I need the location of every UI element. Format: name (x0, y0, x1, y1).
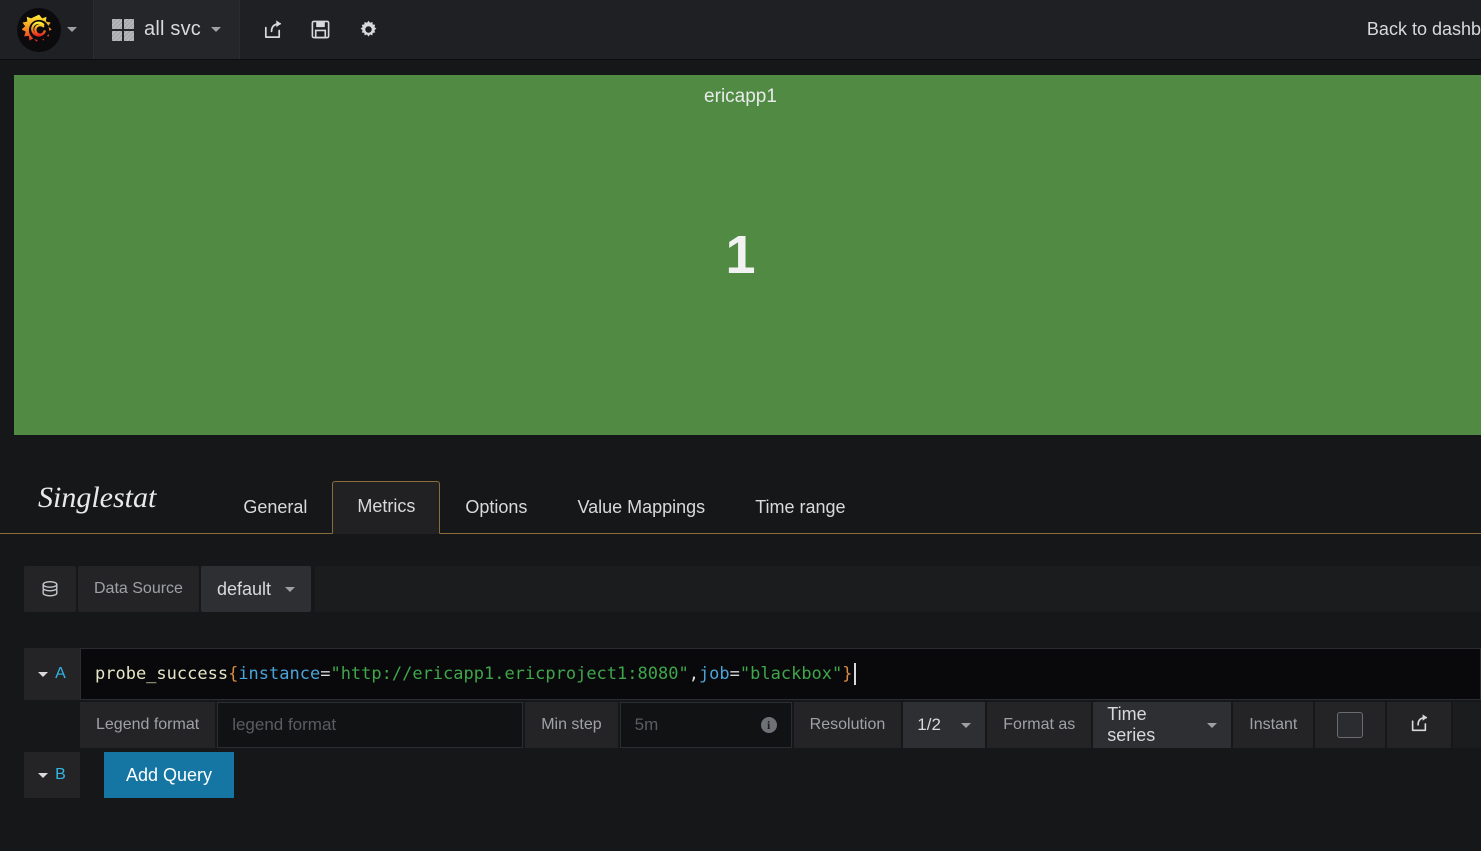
datasource-row-filler (314, 566, 1481, 612)
chevron-down-icon (38, 671, 49, 677)
min-step-input[interactable]: 5m i (619, 702, 792, 748)
tab-general[interactable]: General (218, 482, 332, 534)
query-row-b: B Add Query (0, 752, 1481, 798)
query-a-letter: A (55, 665, 66, 682)
query-b-toggle[interactable]: B (24, 752, 80, 798)
datasource-select[interactable]: default (200, 566, 311, 612)
query-token-job-value: "blackbox" (739, 664, 843, 684)
query-token-instance-value: "http://ericapp1.ericproject1:8080" (330, 664, 689, 684)
top-navbar: all svc Back to dashb (0, 0, 1481, 60)
query-token-open-brace: { (228, 664, 239, 684)
query-token-metric: probe_success (95, 664, 229, 684)
dashboard-title: all svc (144, 18, 201, 40)
query-token-eq-2: = (729, 664, 740, 684)
query-options-row: Legend format legend format Min step 5m … (0, 702, 1481, 748)
editor-tabbar: Singlestat General Metrics Options Value… (0, 456, 1481, 534)
legend-format-placeholder: legend format (232, 715, 337, 734)
min-step-placeholder: 5m (634, 715, 659, 734)
query-token-comma: , (688, 664, 699, 684)
navbar-right: Back to dashb (1353, 0, 1481, 59)
resolution-select[interactable]: 1/2 (903, 702, 986, 748)
tab-options[interactable]: Options (440, 482, 552, 534)
query-a-expression-input[interactable]: probe_success{instance = "http://ericapp1.… (80, 648, 1481, 700)
chevron-down-icon (38, 772, 49, 778)
info-icon[interactable]: i (760, 717, 777, 733)
panel-value: 1 (725, 225, 756, 285)
dashboard-picker[interactable]: all svc (94, 0, 240, 59)
back-to-dashboard-link[interactable]: Back to dashb (1353, 19, 1481, 40)
panel-value-wrap: 1 (14, 75, 1481, 435)
tab-metrics[interactable]: Metrics (332, 481, 441, 534)
panel-editor: Singlestat General Metrics Options Value… (0, 456, 1481, 851)
chevron-down-icon (1207, 722, 1218, 728)
legend-format-input[interactable]: legend format (217, 702, 524, 748)
format-as-select[interactable]: Time series (1093, 702, 1232, 748)
metrics-tab-body: Data Source default A probe_success{inst… (0, 534, 1481, 798)
add-query-button[interactable]: Add Query (104, 752, 235, 798)
navbar-spacer (402, 0, 1353, 59)
gear-icon[interactable] (358, 19, 380, 41)
text-cursor (853, 663, 856, 685)
dashboard-grid-icon (112, 18, 134, 41)
datasource-label: Data Source (78, 566, 199, 612)
query-b-letter: B (55, 766, 66, 783)
tab-time-range[interactable]: Time range (730, 482, 870, 534)
tab-value-mappings[interactable]: Value Mappings (552, 482, 730, 534)
singlestat-panel[interactable]: ericapp1 1 (14, 75, 1481, 435)
format-as-label: Format as (987, 702, 1092, 748)
datasource-row: Data Source default (0, 534, 1481, 612)
min-step-label: Min step (525, 702, 618, 748)
query-token-label-job: job (698, 664, 730, 684)
grafana-logo-icon (16, 7, 61, 52)
datasource-selected-value: default (216, 578, 271, 599)
navbar-actions (240, 0, 402, 59)
chevron-down-icon (284, 586, 295, 592)
instant-checkbox-cell (1315, 702, 1386, 748)
query-row-a: A probe_success{instance = "http://ericapp… (0, 648, 1481, 700)
save-icon[interactable] (310, 19, 332, 41)
query-token-label-instance: instance (238, 664, 321, 684)
resolution-value: 1/2 (917, 715, 941, 734)
resolution-label: Resolution (793, 702, 902, 748)
instant-label: Instant (1233, 702, 1314, 748)
query-external-link-cell (1387, 702, 1452, 748)
panel-type-label: Singlestat (38, 481, 157, 514)
format-as-value: Time series (1107, 704, 1156, 745)
chevron-down-icon (66, 27, 77, 32)
chevron-down-icon (210, 27, 221, 32)
query-token-close-brace: } (842, 664, 853, 684)
legend-format-label: Legend format (80, 702, 216, 748)
panel-preview-area: ericapp1 1 (0, 61, 1481, 456)
query-options-filler (1453, 702, 1481, 748)
external-link-icon[interactable] (1409, 713, 1429, 738)
instant-checkbox[interactable] (1337, 712, 1364, 738)
share-icon[interactable] (262, 19, 284, 41)
query-token-eq-1: = (320, 664, 331, 684)
grafana-home-button[interactable] (0, 0, 94, 59)
chevron-down-icon (961, 722, 972, 728)
database-icon (24, 566, 76, 612)
query-a-toggle[interactable]: A (24, 648, 80, 700)
